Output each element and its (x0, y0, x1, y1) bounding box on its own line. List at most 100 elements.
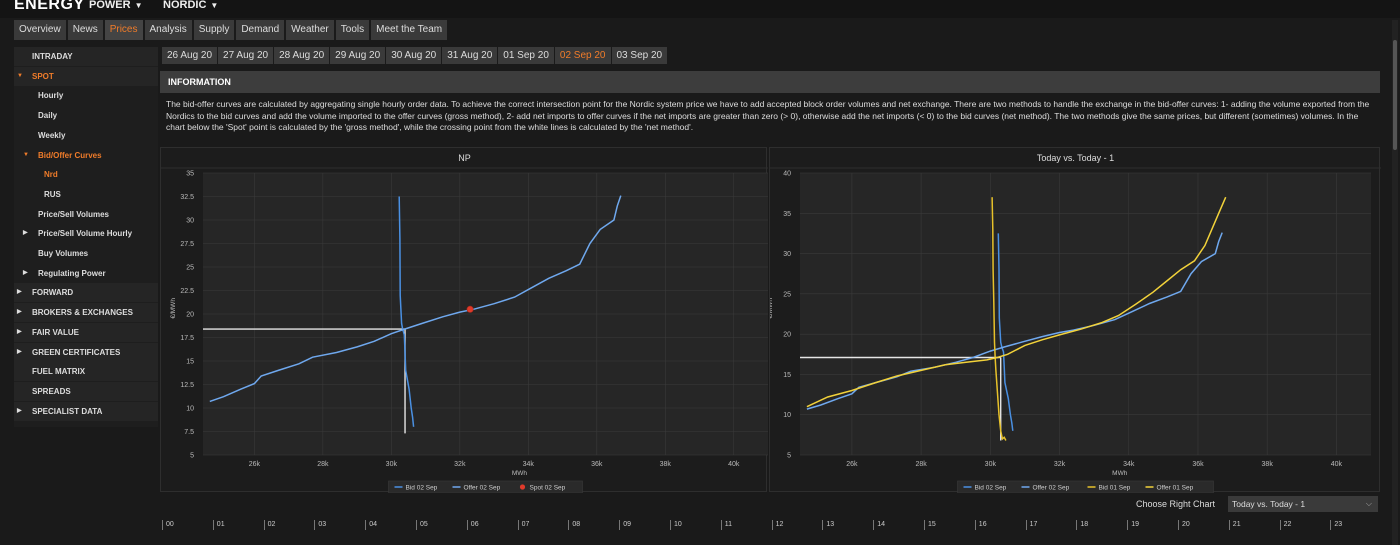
caret-right-icon: ▶ (17, 309, 22, 316)
top-bar: ENERGY POWER ▼ NORDIC ▼ (0, 0, 1400, 18)
hour-18[interactable]: 18 (1076, 520, 1088, 530)
hour-22[interactable]: 22 (1279, 520, 1291, 530)
hour-15[interactable]: 15 (924, 520, 936, 530)
hour-19[interactable]: 19 (1127, 520, 1139, 530)
sidebar-item-price-sell-volume-hourly[interactable]: ▶ Price/Sell Volume Hourly (14, 224, 158, 243)
hour-16[interactable]: 16 (974, 520, 987, 530)
tab-meet-the-team[interactable]: Meet the Team (371, 20, 448, 40)
hour-12[interactable]: 12 (771, 520, 783, 530)
y-tick-label: 20 (186, 312, 194, 319)
chevron-down-icon: ⌵ (1365, 499, 1372, 508)
sidebar-item-daily[interactable]: Daily (14, 106, 158, 125)
hour-10[interactable]: 10 (670, 520, 682, 530)
tab-news[interactable]: News (67, 20, 103, 40)
hour-06[interactable]: 06 (466, 520, 479, 530)
legend-item-label[interactable]: Offer 02 Sep (464, 485, 501, 492)
hour-04[interactable]: 04 (365, 520, 377, 530)
sidebar-item-green-certificates[interactable]: ▶ GREEN CERTIFICATES (14, 342, 158, 362)
hour-23[interactable]: 23 (1330, 520, 1342, 530)
sidebar-item-buy-volumes[interactable]: Buy Volumes (14, 244, 158, 263)
date-tab-01-sep-20[interactable]: 01 Sep 20 (498, 47, 554, 64)
tab-tools[interactable]: Tools (335, 20, 370, 40)
sidebar-item-forward[interactable]: ▶ FORWARD (14, 283, 158, 303)
x-tick-label: 40k (1331, 461, 1343, 468)
sidebar-item-intraday[interactable]: INTRADAY (14, 47, 158, 66)
hour-17[interactable]: 17 (1025, 520, 1037, 530)
caret-right-icon: ▶ (17, 407, 22, 414)
tab-analysis[interactable]: Analysis (144, 20, 192, 40)
sidebar-item-fuel-matrix[interactable]: FUEL MATRIX (14, 362, 158, 382)
hour-11[interactable]: 11 (720, 520, 732, 530)
series-point-spot-02-sep[interactable] (466, 305, 474, 313)
sidebar-item-price-sell-volumes[interactable]: Price/Sell Volumes (14, 205, 158, 224)
brand-logo[interactable]: ENERGY (14, 0, 85, 14)
hour-07[interactable]: 07 (517, 520, 529, 530)
legend-item-label[interactable]: Bid 02 Sep (975, 485, 1007, 492)
x-tick-label: 30k (386, 461, 398, 468)
tab-prices[interactable]: Prices (104, 20, 143, 40)
y-tick-label: 15 (783, 372, 791, 379)
sidebar-item-spreads[interactable]: SPREADS (14, 381, 158, 401)
legend-item-label[interactable]: Offer 02 Sep (1033, 485, 1070, 492)
hour-03[interactable]: 03 (314, 520, 326, 530)
legend-item-label[interactable]: Spot 02 Sep (530, 485, 566, 492)
sidebar-item-specialist-data[interactable]: ▶ SPECIALIST DATA (14, 401, 158, 421)
x-tick-label: 38k (1262, 461, 1274, 468)
sidebar-item-bid-offer-curves[interactable]: ▼ Bid/Offer Curves (14, 146, 158, 165)
sidebar-item-label: INTRADAY (32, 52, 73, 61)
menu-nordic[interactable]: NORDIC ▼ (163, 0, 218, 11)
hour-20[interactable]: 20 (1178, 520, 1190, 530)
hour-08[interactable]: 08 (568, 520, 580, 530)
hour-09[interactable]: 09 (619, 520, 631, 530)
hour-00[interactable]: 00 (162, 520, 174, 530)
tab-overview[interactable]: Overview (14, 20, 66, 40)
date-tabs: 26 Aug 20 27 Aug 20 28 Aug 20 29 Aug 20 30 A… (162, 47, 668, 64)
x-tick-label: 26k (846, 461, 858, 468)
hour-21[interactable]: 21 (1228, 520, 1241, 530)
sidebar-item-rus[interactable]: RUS (14, 185, 158, 204)
y-tick-label: 7.5 (184, 429, 194, 436)
sidebar-item-hourly[interactable]: Hourly (14, 86, 158, 105)
sidebar-item-label: Price/Sell Volumes (38, 209, 109, 219)
sidebar-item-label: FORWARD (32, 288, 74, 298)
menu-power[interactable]: POWER ▼ (89, 0, 142, 11)
date-tab-27-aug-20[interactable]: 27 Aug 20 (218, 47, 274, 64)
sidebar-item-spot[interactable]: ▼ SPOT (14, 66, 158, 86)
legend-item-label[interactable]: Bid 02 Sep (406, 485, 438, 492)
sidebar-item-brokers-exchanges[interactable]: ▶ BROKERS & EXCHANGES (14, 303, 158, 323)
hour-01[interactable]: 01 (212, 520, 225, 530)
right-chart-select-value: Today vs. Today - 1 (1232, 499, 1306, 509)
sidebar-item-fair-value[interactable]: ▶ FAIR VALUE (14, 322, 158, 342)
right-chart-select[interactable]: Today vs. Today - 1 ⌵ (1228, 496, 1378, 512)
y-tick-label: 5 (190, 453, 194, 460)
y-tick-label: 32.5 (180, 194, 194, 201)
chevron-down-icon: ▼ (210, 1, 219, 10)
legend-item-label[interactable]: Bid 01 Sep (1099, 485, 1131, 492)
hour-13[interactable]: 13 (822, 520, 834, 530)
tab-supply[interactable]: Supply (193, 20, 235, 40)
sidebar-item-weekly[interactable]: Weekly (14, 126, 158, 145)
chart-today-vs-yesterday: Today vs. Today - 1 5 10 15 20 25 30 35 40 26k 28k… (769, 147, 1381, 493)
date-tab-30-aug-20[interactable]: 30 Aug 20 (386, 47, 442, 64)
x-tick-label: 28k (317, 461, 329, 468)
information-text: The bid-offer curves are calculated by a… (166, 99, 1370, 132)
caret-right-icon: ▶ (17, 348, 22, 355)
plot-area (800, 173, 1371, 455)
date-tab-02-sep-20[interactable]: 02 Sep 20 (554, 47, 611, 64)
hour-05[interactable]: 05 (416, 520, 428, 530)
page-scrollbar-thumb[interactable] (1393, 40, 1397, 150)
date-tab-03-sep-20[interactable]: 03 Sep 20 (611, 47, 668, 64)
sidebar-item-regulating-power[interactable]: ▶ Regulating Power (14, 264, 158, 283)
date-tab-31-aug-20[interactable]: 31 Aug 20 (442, 47, 498, 64)
hour-14[interactable]: 14 (873, 520, 885, 530)
date-tab-26-aug-20[interactable]: 26 Aug 20 (162, 47, 218, 64)
tab-weather[interactable]: Weather (286, 20, 334, 40)
legend-item-label[interactable]: Offer 01 Sep (1157, 485, 1194, 492)
date-tab-29-aug-20[interactable]: 29 Aug 20 (330, 47, 386, 64)
caret-right-icon: ▶ (17, 328, 22, 335)
tab-demand[interactable]: Demand (236, 20, 285, 40)
hour-02[interactable]: 02 (263, 520, 275, 530)
x-tick-label: 34k (1123, 461, 1135, 468)
date-tab-28-aug-20[interactable]: 28 Aug 20 (274, 47, 330, 64)
sidebar-item-nrd[interactable]: Nrd (14, 165, 158, 184)
